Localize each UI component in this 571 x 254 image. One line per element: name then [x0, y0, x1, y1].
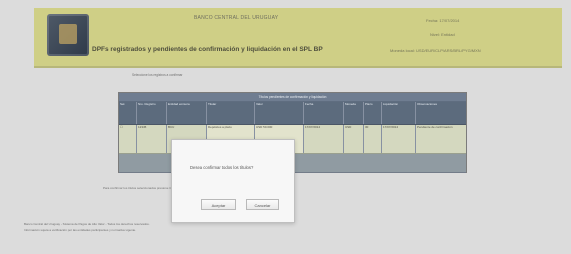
accept-button[interactable]: Aceptar — [201, 199, 236, 210]
header-meta-level: Nivel: Entidad — [430, 32, 455, 37]
header-meta-date: Fecha: 17/07/2014 — [426, 18, 460, 23]
footer-line: Información sujeta a verificación por la… — [24, 228, 137, 232]
column-header: Titular — [207, 102, 255, 124]
bank-name: BANCO CENTRAL DEL URUGUAY — [194, 15, 279, 21]
page: BANCO CENTRAL DEL URUGUAY DPFs registrad… — [0, 0, 571, 254]
dialog-message: Desea confirmar todos los títulos? — [190, 165, 254, 170]
column-header: Moneda — [344, 102, 364, 124]
select-checkbox[interactable]: ☐ — [119, 125, 137, 153]
column-header: Liquidación — [382, 102, 416, 124]
table-cell: 17/07/2014 — [304, 125, 344, 153]
column-header: Valor — [255, 102, 304, 124]
table-cell: 30 — [364, 125, 382, 153]
column-header: Sel. — [119, 102, 137, 124]
column-header: Observaciones — [417, 102, 438, 106]
header-panel: BANCO CENTRAL DEL URUGUAY DPFs registrad… — [34, 8, 562, 68]
instruction-text: Seleccione los registros a confirmar — [132, 73, 183, 77]
column-header: Plazo — [364, 102, 382, 124]
page-title: DPFs registrados y pendientes de confirm… — [92, 46, 323, 53]
cancel-button[interactable]: Cancelar — [246, 199, 279, 210]
header-meta-currency: Moneda local: USD/EUR/CLP/ARS/BRL/PYG/MX… — [390, 48, 481, 53]
table-cell: Pendiente de confirmación — [417, 125, 453, 129]
table-title: Títulos pendientes de confirmación y liq… — [119, 93, 466, 102]
confirmation-dialog: Desea confirmar todos los títulos? Acept… — [171, 139, 295, 223]
table-cell: 12345 — [137, 125, 167, 153]
table-cell: 17/07/2014 — [382, 125, 416, 153]
table-header-row: Sel. Nro. Registro Entidad emisora Titul… — [119, 102, 466, 125]
bank-logo-icon — [47, 14, 89, 56]
column-header: Entidad emisora — [167, 102, 207, 124]
column-header: Fecha — [304, 102, 344, 124]
table-cell: USD — [344, 125, 364, 153]
column-header: Nro. Registro — [137, 102, 167, 124]
